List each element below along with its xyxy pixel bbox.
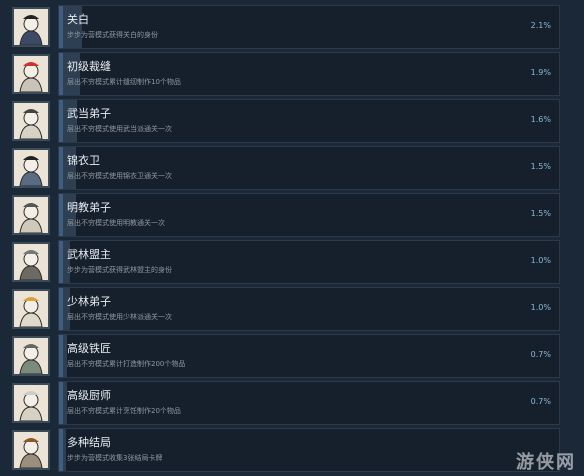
unlock-percentage: 1.6% (530, 115, 551, 124)
unlock-percentage: 1.5% (530, 162, 551, 171)
achievement-row[interactable]: 高级铁匠层出不穷模式累计打造制作200个物品 0.7% (12, 333, 572, 379)
achievement-progress-bar: 高级厨师层出不穷模式累计烹饪制作20个物品 0.7% (58, 381, 560, 425)
achievement-row[interactable]: 初级裁缝层出不穷模式累计缝纫制作10个物品 1.9% (12, 51, 572, 97)
samurai-figure-icon (12, 7, 50, 47)
progress-accent (59, 429, 63, 471)
progress-accent (59, 147, 63, 189)
achievement-row[interactable]: 武当弟子层出不穷模式使用武当派通关一次 1.6% (12, 98, 572, 144)
progress-accent (59, 6, 63, 48)
progress-accent (59, 53, 63, 95)
martial-leader-icon (12, 242, 50, 282)
achievement-progress-bar: 武当弟子层出不穷模式使用武当派通关一次 1.6% (58, 99, 560, 143)
tailor-figure-icon (12, 54, 50, 94)
achievement-title: 多种结局 (67, 436, 111, 449)
imperial-guard-icon (12, 148, 50, 188)
achievement-description: 层出不穷模式累计缝纫制作10个物品 (67, 78, 181, 86)
mingjiao-disciple-icon (12, 195, 50, 235)
achievement-row[interactable]: 关白步步为营模式获得关白的身份 2.1% (12, 4, 572, 50)
achievement-description: 层出不穷模式使用明教通关一次 (67, 219, 165, 227)
unlock-percentage: 0.7% (530, 397, 551, 406)
unlock-percentage: 1.5% (530, 209, 551, 218)
unlock-percentage: 1.0% (530, 303, 551, 312)
achievement-progress-bar: 初级裁缝层出不穷模式累计缝纫制作10个物品 1.9% (58, 52, 560, 96)
achievement-description: 层出不穷模式使用少林派通关一次 (67, 313, 172, 321)
progress-accent (59, 335, 63, 377)
achievement-title: 关白 (67, 13, 89, 26)
unlock-percentage: 2.1% (530, 21, 551, 30)
progress-accent (59, 100, 63, 142)
achievement-progress-bar: 关白步步为营模式获得关白的身份 2.1% (58, 5, 560, 49)
achievement-row[interactable]: 高级厨师层出不穷模式累计烹饪制作20个物品 0.7% (12, 380, 572, 426)
achievement-description: 步步为营模式获得武林盟主的身份 (67, 266, 172, 274)
unlock-percentage: 1.0% (530, 256, 551, 265)
achievement-title: 少林弟子 (67, 295, 111, 308)
shaolin-disciple-icon (12, 289, 50, 329)
achievement-description: 层出不穷模式使用武当派通关一次 (67, 125, 172, 133)
achievement-title: 明教弟子 (67, 201, 111, 214)
watermark: 游侠网 (516, 452, 576, 473)
achievement-progress-bar: 多种结局步步为营模式收集3张结局卡牌 (58, 428, 560, 472)
wudang-disciple-icon (12, 101, 50, 141)
unlock-percentage: 1.9% (530, 68, 551, 77)
chef-figure-icon (12, 383, 50, 423)
achievement-title: 高级铁匠 (67, 342, 111, 355)
unlock-percentage: 0.7% (530, 350, 551, 359)
achievement-progress-bar: 武林盟主步步为营模式获得武林盟主的身份 1.0% (58, 240, 560, 284)
achievement-progress-bar: 高级铁匠层出不穷模式累计打造制作200个物品 0.7% (58, 334, 560, 378)
achievement-title: 武林盟主 (67, 248, 111, 261)
progress-accent (59, 382, 63, 424)
achievement-description: 层出不穷模式使用锦衣卫通关一次 (67, 172, 172, 180)
blacksmith-figure-icon (12, 336, 50, 376)
achievement-description: 步步为营模式获得关白的身份 (67, 31, 158, 39)
achievement-description: 层出不穷模式累计烹饪制作20个物品 (67, 407, 181, 415)
multiple-endings-icon (12, 430, 50, 470)
achievement-progress-bar: 少林弟子层出不穷模式使用少林派通关一次 1.0% (58, 287, 560, 331)
achievement-progress-bar: 锦衣卫层出不穷模式使用锦衣卫通关一次 1.5% (58, 146, 560, 190)
achievement-title: 锦衣卫 (67, 154, 100, 167)
achievement-title: 初级裁缝 (67, 60, 111, 73)
achievement-row[interactable]: 武林盟主步步为营模式获得武林盟主的身份 1.0% (12, 239, 572, 285)
achievement-title: 武当弟子 (67, 107, 111, 120)
achievement-row[interactable]: 明教弟子层出不穷模式使用明教通关一次 1.5% (12, 192, 572, 238)
achievement-description: 步步为营模式收集3张结局卡牌 (67, 454, 163, 462)
achievement-progress-bar: 明教弟子层出不穷模式使用明教通关一次 1.5% (58, 193, 560, 237)
achievement-row[interactable]: 锦衣卫层出不穷模式使用锦衣卫通关一次 1.5% (12, 145, 572, 191)
achievement-row[interactable]: 少林弟子层出不穷模式使用少林派通关一次 1.0% (12, 286, 572, 332)
progress-accent (59, 288, 63, 330)
progress-accent (59, 241, 63, 283)
progress-accent (59, 194, 63, 236)
achievement-row[interactable]: 多种结局步步为营模式收集3张结局卡牌 (12, 427, 572, 473)
achievement-title: 高级厨师 (67, 389, 111, 402)
achievement-list: 多种结局步步为营模式收集3张结局卡牌 高级厨师层出不穷模式累计烹饪制作20个物品 0… (0, 0, 584, 476)
achievement-description: 层出不穷模式累计打造制作200个物品 (67, 360, 186, 368)
